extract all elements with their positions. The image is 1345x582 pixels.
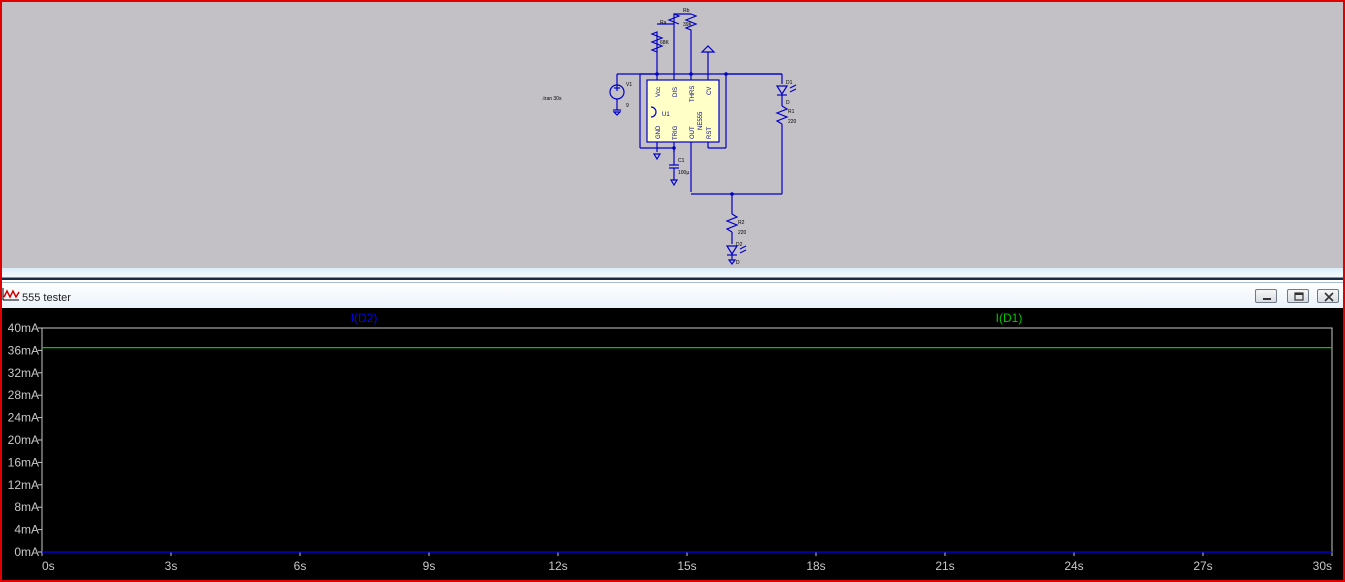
- rb-name: Rb: [683, 8, 690, 14]
- ic-ref: U1: [662, 112, 670, 118]
- x-tick-label: 18s: [806, 559, 825, 573]
- ic-pin-thrs: THRS: [690, 86, 696, 102]
- x-tick-label: 9s: [423, 559, 436, 573]
- y-tick-label: 0mA: [14, 545, 39, 559]
- x-tick-label: 30s: [1313, 559, 1332, 573]
- y-tick-label: 36mA: [8, 343, 39, 357]
- plot-window-title: 555 tester: [22, 292, 71, 304]
- x-tick-label: 6s: [294, 559, 307, 573]
- ic-pin-trig: TRIG: [673, 125, 679, 140]
- x-tick-label: 0s: [42, 559, 55, 573]
- ra-value: 68K: [660, 40, 670, 46]
- y-tick-label: 4mA: [14, 523, 39, 537]
- waveform-chart[interactable]: I(D2) I(D1) 0mA 4mA 8mA 12mA 16mA 20mA 24mA 28m…: [2, 308, 1343, 580]
- waveform-icon: [2, 287, 20, 303]
- y-tick-label: 20mA: [8, 433, 39, 447]
- v1-name: V1: [626, 82, 632, 88]
- y-tick-label: 28mA: [8, 388, 39, 402]
- waveform-plot[interactable]: I(D2) I(D1) 0mA 4mA 8mA 12mA 16mA 20mA 24mA 28m…: [2, 308, 1343, 580]
- ic-pin-out: OUT: [690, 126, 696, 139]
- close-icon: [1324, 292, 1334, 302]
- c1-name: C1: [678, 158, 685, 164]
- rb-value: 39K: [683, 22, 693, 28]
- c1-value: 100µ: [678, 170, 689, 176]
- d2-name: D2: [736, 242, 743, 248]
- restore-icon: [1294, 292, 1304, 301]
- r1-value: 220: [788, 119, 797, 125]
- close-button[interactable]: [1317, 289, 1339, 303]
- ic-part-name: NE555: [698, 111, 704, 130]
- minimize-icon: [1263, 298, 1271, 300]
- x-tick-label: 15s: [677, 559, 696, 573]
- schematic-canvas[interactable]: Vcc DIS THRS CV GND TRIG OUT RST NE555 U…: [2, 2, 1343, 268]
- minimize-button[interactable]: [1255, 289, 1277, 303]
- spice-directive[interactable]: .tran 30s: [542, 96, 562, 102]
- x-tick-label: 21s: [935, 559, 954, 573]
- legend-entry-i-d2[interactable]: I(D2): [351, 311, 378, 325]
- legend-entry-i-d1[interactable]: I(D1): [996, 311, 1023, 325]
- y-tick-label: 24mA: [8, 411, 39, 425]
- ic-pin-dis: DIS: [673, 87, 679, 97]
- y-tick-label: 16mA: [8, 455, 39, 469]
- x-tick-label: 12s: [548, 559, 567, 573]
- ic-pin-rst: RST: [707, 127, 713, 139]
- ic-pin-vcc: Vcc: [656, 87, 662, 97]
- restore-button[interactable]: [1287, 289, 1309, 303]
- y-tick-label: 8mA: [14, 500, 39, 514]
- ra-name: Ra: [660, 20, 667, 26]
- plot-window-titlebar[interactable]: 555 tester: [2, 282, 1343, 308]
- r2-name: R2: [738, 220, 745, 226]
- schematic-drawing: Vcc DIS THRS CV GND TRIG OUT RST NE555 U…: [542, 8, 797, 266]
- r1-name: R1: [788, 109, 795, 115]
- y-tick-label: 32mA: [8, 366, 39, 380]
- x-tick-label: 27s: [1193, 559, 1212, 573]
- pane-splitter[interactable]: [2, 268, 1343, 280]
- ic-pin-cv: CV: [707, 87, 713, 95]
- r2-value: 220: [738, 230, 747, 236]
- x-tick-label: 24s: [1064, 559, 1083, 573]
- d2-part: D: [736, 260, 740, 266]
- y-tick-label: 12mA: [8, 478, 39, 492]
- y-tick-label: 40mA: [8, 321, 39, 335]
- v1-value: 9: [626, 103, 629, 109]
- plot-frame: [41, 327, 1333, 553]
- d1-name: D1: [786, 80, 793, 86]
- x-tick-label: 3s: [165, 559, 178, 573]
- d1-part: D: [786, 100, 790, 106]
- ic-pin-gnd: GND: [656, 125, 662, 139]
